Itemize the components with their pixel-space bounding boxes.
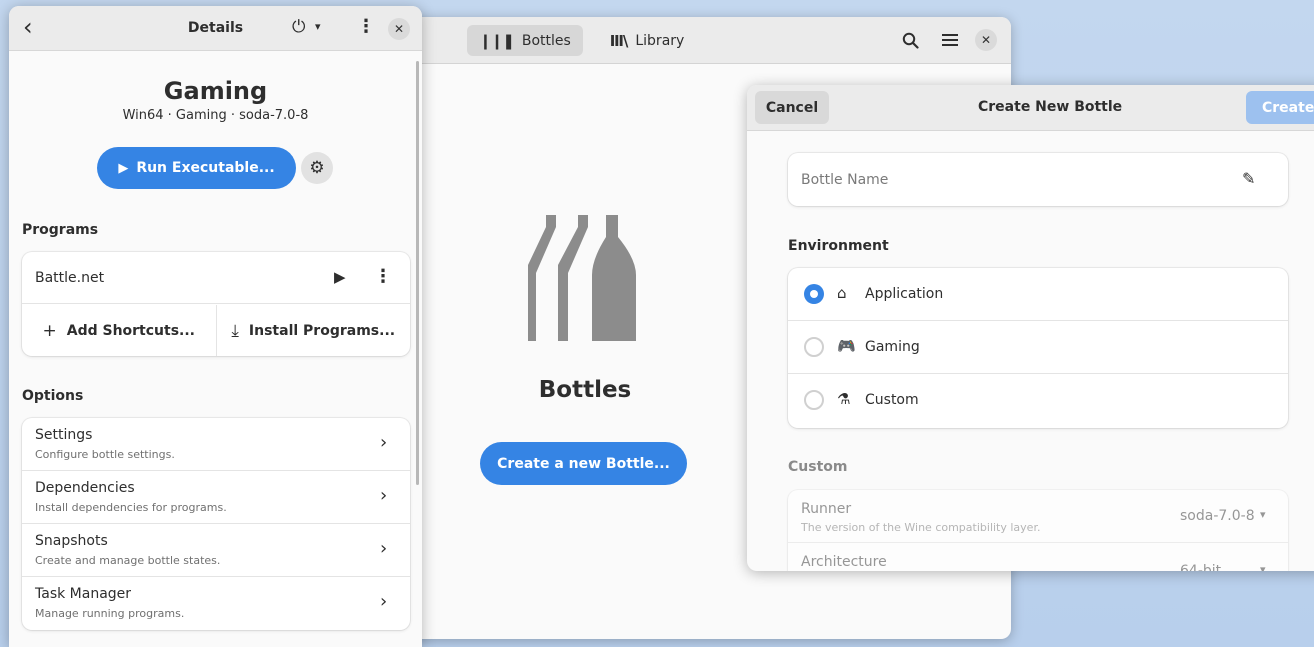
close-icon: ✕: [980, 33, 992, 47]
details-close-button[interactable]: ✕: [388, 18, 410, 40]
tab-bottles[interactable]: ❙❙❚ Bottles: [467, 25, 583, 56]
install-programs-button[interactable]: ⤓ Install Programs...: [215, 305, 411, 356]
plus-icon: +: [42, 320, 57, 341]
option-row-dependencies[interactable]: Dependencies Install dependencies for pr…: [22, 471, 410, 524]
power-icon[interactable]: ⏻: [292, 17, 305, 37]
chevron-right-icon: ›: [380, 432, 388, 453]
runner-dropdown: soda-7.0-8: [1180, 508, 1255, 524]
environment-option-custom[interactable]: ⚗ Custom: [788, 374, 1288, 427]
programs-list: Battle.net ▶ ⋮ + Add Shortcuts... ⤓ Inst…: [22, 252, 410, 356]
bottle-name-row: ✎: [788, 153, 1288, 206]
application-icon: ⌂: [837, 284, 847, 302]
library-icon: Ⅲ\: [609, 31, 629, 50]
runner-subtitle: The version of the Wine compatibility la…: [801, 521, 1041, 534]
architecture-dropdown: 64-bit: [1180, 563, 1222, 571]
environment-label: Gaming: [865, 339, 920, 355]
options-heading: Options: [22, 388, 84, 404]
programs-heading: Programs: [22, 222, 99, 238]
dialog-title: Create New Bottle: [978, 99, 1123, 115]
run-executable-label: Run Executable...: [136, 160, 275, 176]
gear-icon: ⚙: [309, 158, 325, 178]
environment-option-application[interactable]: ⌂ Application: [788, 268, 1288, 321]
custom-heading: Custom: [788, 459, 848, 475]
chevron-right-icon: ›: [380, 485, 388, 506]
custom-options-list: Runner The version of the Wine compatibi…: [788, 490, 1288, 571]
option-row-settings[interactable]: Settings Configure bottle settings. ›: [22, 418, 410, 471]
tab-library-label: Library: [635, 32, 685, 49]
runner-title: Runner: [801, 501, 852, 517]
main-headerbar: ❙❙❚ Bottles Ⅲ\ Library ✕: [400, 17, 1011, 64]
architecture-title: Architecture: [801, 554, 887, 570]
environment-label: Application: [865, 286, 944, 302]
environment-option-gaming[interactable]: 🎮 Gaming: [788, 321, 1288, 374]
environment-label: Custom: [865, 392, 919, 408]
option-subtitle: Install dependencies for programs.: [35, 501, 227, 514]
install-programs-label: Install Programs...: [248, 322, 396, 339]
option-row-snapshots[interactable]: Snapshots Create and manage bottle state…: [22, 524, 410, 577]
option-subtitle: Manage running programs.: [35, 607, 185, 620]
search-icon: [902, 32, 919, 49]
bottles-logo-icon: [528, 215, 636, 341]
create-bottle-dialog: Cancel Create New Bottle Create ✎ Enviro…: [747, 85, 1314, 571]
flask-icon: ⚗: [837, 390, 851, 408]
bottles-icon: ❙❙❚: [479, 31, 515, 50]
tab-library[interactable]: Ⅲ\ Library: [597, 25, 697, 56]
architecture-row: Architecture 64-bit ▾: [788, 543, 1288, 571]
details-headerbar: ‹ Details ⏻ ▾ ⋮ ✕: [9, 6, 422, 51]
option-title: Snapshots: [35, 533, 108, 549]
chevron-down-icon: ▾: [1260, 563, 1266, 571]
tab-bottles-label: Bottles: [521, 32, 571, 49]
add-shortcuts-label: Add Shortcuts...: [66, 322, 195, 339]
add-shortcuts-button[interactable]: + Add Shortcuts...: [22, 305, 216, 356]
program-play-icon[interactable]: ▶: [334, 268, 346, 286]
hamburger-menu-icon: [942, 34, 958, 46]
option-row-task-manager[interactable]: Task Manager Manage running programs. ›: [22, 577, 410, 630]
chevron-right-icon: ›: [380, 538, 388, 559]
radio-button[interactable]: [804, 284, 824, 304]
chevron-right-icon: ›: [380, 591, 388, 612]
empty-state-title: Bottles: [538, 377, 632, 403]
option-subtitle: Create and manage bottle states.: [35, 554, 221, 567]
bottle-meta: Win64 · Gaming · soda-7.0-8: [122, 108, 309, 123]
search-button[interactable]: [898, 28, 922, 52]
bottle-name: Gaming: [163, 77, 268, 105]
bottle-name-input[interactable]: [788, 153, 1228, 206]
pencil-icon[interactable]: ✎: [1242, 169, 1255, 188]
close-icon: ✕: [393, 22, 405, 36]
main-close-button[interactable]: ✕: [975, 29, 997, 51]
gamepad-icon: 🎮: [837, 337, 856, 355]
program-name: Battle.net: [35, 270, 105, 286]
power-dropdown-caret-icon[interactable]: ▾: [315, 20, 321, 33]
create-button[interactable]: Create: [1246, 91, 1314, 124]
details-window: ‹ Details ⏻ ▾ ⋮ ✕ Gaming Win64 · Gaming …: [9, 6, 422, 647]
radio-button[interactable]: [804, 390, 824, 410]
run-executable-button[interactable]: ▶ Run Executable...: [97, 147, 296, 189]
radio-button[interactable]: [804, 337, 824, 357]
program-actions: + Add Shortcuts... ⤓ Install Programs...: [22, 305, 410, 356]
play-icon: ▶: [118, 160, 129, 176]
option-title: Dependencies: [35, 480, 135, 496]
cancel-button[interactable]: Cancel: [755, 91, 829, 124]
runner-row: Runner The version of the Wine compatibi…: [788, 490, 1288, 543]
option-title: Task Manager: [35, 586, 132, 602]
options-list: Settings Configure bottle settings. › De…: [22, 418, 410, 630]
environment-heading: Environment: [788, 238, 889, 254]
run-options-button[interactable]: ⚙: [301, 152, 333, 184]
create-new-bottle-button[interactable]: Create a new Bottle...: [480, 442, 687, 485]
environment-list: ⌂ Application 🎮 Gaming ⚗ Custom: [788, 268, 1288, 428]
download-icon: ⤓: [231, 320, 239, 341]
option-subtitle: Configure bottle settings.: [35, 448, 175, 461]
details-scrollbar[interactable]: [416, 61, 419, 485]
program-row[interactable]: Battle.net ▶ ⋮: [22, 252, 410, 304]
details-more-icon[interactable]: ⋮: [357, 16, 375, 37]
main-menu-button[interactable]: [938, 28, 962, 52]
chevron-down-icon: ▾: [1260, 508, 1266, 521]
dialog-headerbar: Cancel Create New Bottle Create: [747, 85, 1314, 131]
program-more-icon[interactable]: ⋮: [374, 266, 392, 287]
option-title: Settings: [35, 427, 93, 443]
